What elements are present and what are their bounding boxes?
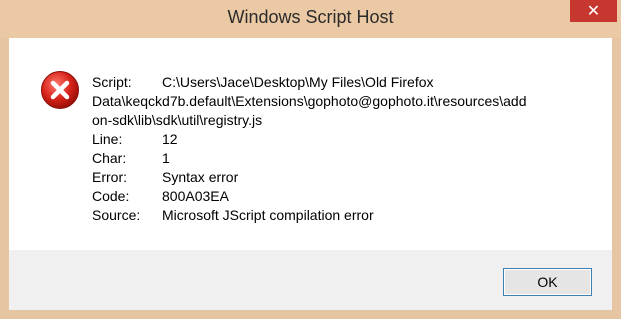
script-row: Script: C:\Users\Jace\Desktop\My Files\O…	[92, 73, 597, 92]
script-label: Script:	[92, 74, 132, 90]
script-path-line-3: on-sdk\lib\sdk\util\registry.js	[92, 112, 263, 128]
char-value: 1	[162, 150, 170, 166]
script-row-cont-1: Data\keqckd7b.default\Extensions\gophoto…	[92, 92, 597, 111]
line-row: Line: 12	[92, 130, 597, 149]
source-row: Source: Microsoft JScript compilation er…	[92, 206, 597, 225]
error-icon	[41, 71, 79, 109]
error-details: Script: C:\Users\Jace\Desktop\My Files\O…	[92, 73, 597, 225]
script-path-line-1: C:\Users\Jace\Desktop\My Files\Old Firef…	[162, 74, 434, 90]
close-icon: ✕	[586, 3, 601, 20]
window-title: Windows Script Host	[227, 7, 394, 27]
error-label: Error:	[92, 169, 127, 185]
error-value: Syntax error	[162, 169, 239, 185]
source-value: Microsoft JScript compilation error	[162, 207, 374, 223]
char-label: Char:	[92, 150, 127, 166]
close-button[interactable]: ✕	[570, 0, 617, 22]
message-area: Script: C:\Users\Jace\Desktop\My Files\O…	[9, 38, 612, 250]
script-row-cont-2: on-sdk\lib\sdk\util\registry.js	[92, 111, 597, 130]
dialog-window: Windows Script Host ✕ Script: C:\Users\J…	[0, 0, 621, 319]
code-row: Code: 800A03EA	[92, 187, 597, 206]
ok-button[interactable]: OK	[503, 268, 592, 296]
source-label: Source:	[92, 207, 141, 223]
code-value: 800A03EA	[162, 188, 229, 204]
script-path-line-2: Data\keqckd7b.default\Extensions\gophoto…	[92, 93, 527, 109]
button-bar: OK	[9, 250, 612, 310]
title-bar[interactable]: Windows Script Host ✕	[0, 0, 621, 38]
line-label: Line:	[92, 131, 123, 147]
error-row: Error: Syntax error	[92, 168, 597, 187]
line-value: 12	[162, 131, 178, 147]
char-row: Char: 1	[92, 149, 597, 168]
dialog-body: Script: C:\Users\Jace\Desktop\My Files\O…	[9, 38, 612, 310]
code-label: Code:	[92, 188, 130, 204]
